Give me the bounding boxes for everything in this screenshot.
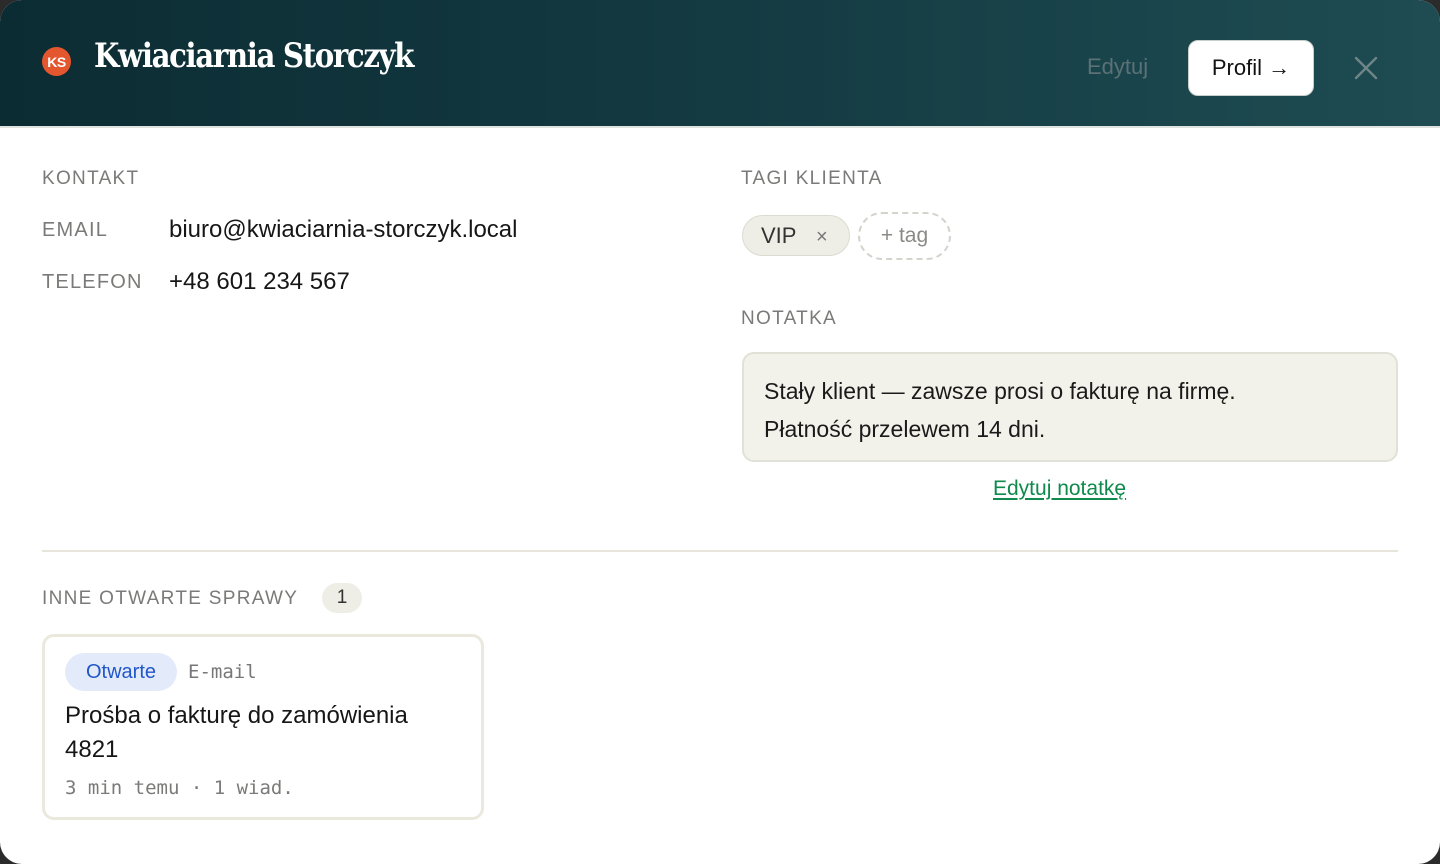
tags-section-label: TAGI KLIENTA [741,168,883,189]
modal-header: KS Kwiaciarnia Storczyk Edytuj Profil → [0,0,1440,128]
note-line: Stały klient — zawsze prosi o fakturę na… [764,378,1236,404]
section-divider [42,550,1398,552]
add-tag-button[interactable]: + tag [858,212,951,260]
phone-label: TELEFON [42,271,143,293]
profile-button[interactable]: Profil → [1188,40,1314,96]
close-icon[interactable] [1352,54,1380,82]
note-box: Stały klient — zawsze prosi o fakturę na… [742,352,1398,462]
case-meta: 3 min temu · 1 wiad. [65,777,294,799]
customer-avatar: KS [42,47,71,76]
case-title: Prośba o fakturę do zamówienia 4821 [65,702,408,763]
case-card[interactable]: Otwarte E-mail Prośba o fakturę do zamów… [42,634,484,820]
tag-chip-vip: VIP × [742,215,850,256]
email-label: EMAIL [42,219,109,241]
tag-label: VIP [761,222,797,248]
remove-tag-icon[interactable]: × [816,226,828,249]
phone-value[interactable]: +48 601 234 567 [169,268,350,296]
edit-button[interactable]: Edytuj [1087,54,1148,80]
note-line: Płatność przelewem 14 dni. [764,416,1046,442]
edit-note-link[interactable]: Edytuj notatkę [993,477,1126,501]
customer-modal: KS Kwiaciarnia Storczyk Edytuj Profil → … [0,0,1440,864]
open-cases-label: INNE OTWARTE SPRAWY [42,588,299,609]
contact-section-label: KONTAKT [42,168,140,189]
note-section-label: NOTATKA [741,308,838,329]
open-cases-count-badge: 1 [322,583,362,613]
customer-name: Kwiaciarnia Storczyk [94,36,414,76]
email-value[interactable]: biuro@kwiaciarnia-storczyk.local [169,216,517,244]
case-channel: E-mail [188,661,257,683]
status-badge: Otwarte [65,653,177,691]
